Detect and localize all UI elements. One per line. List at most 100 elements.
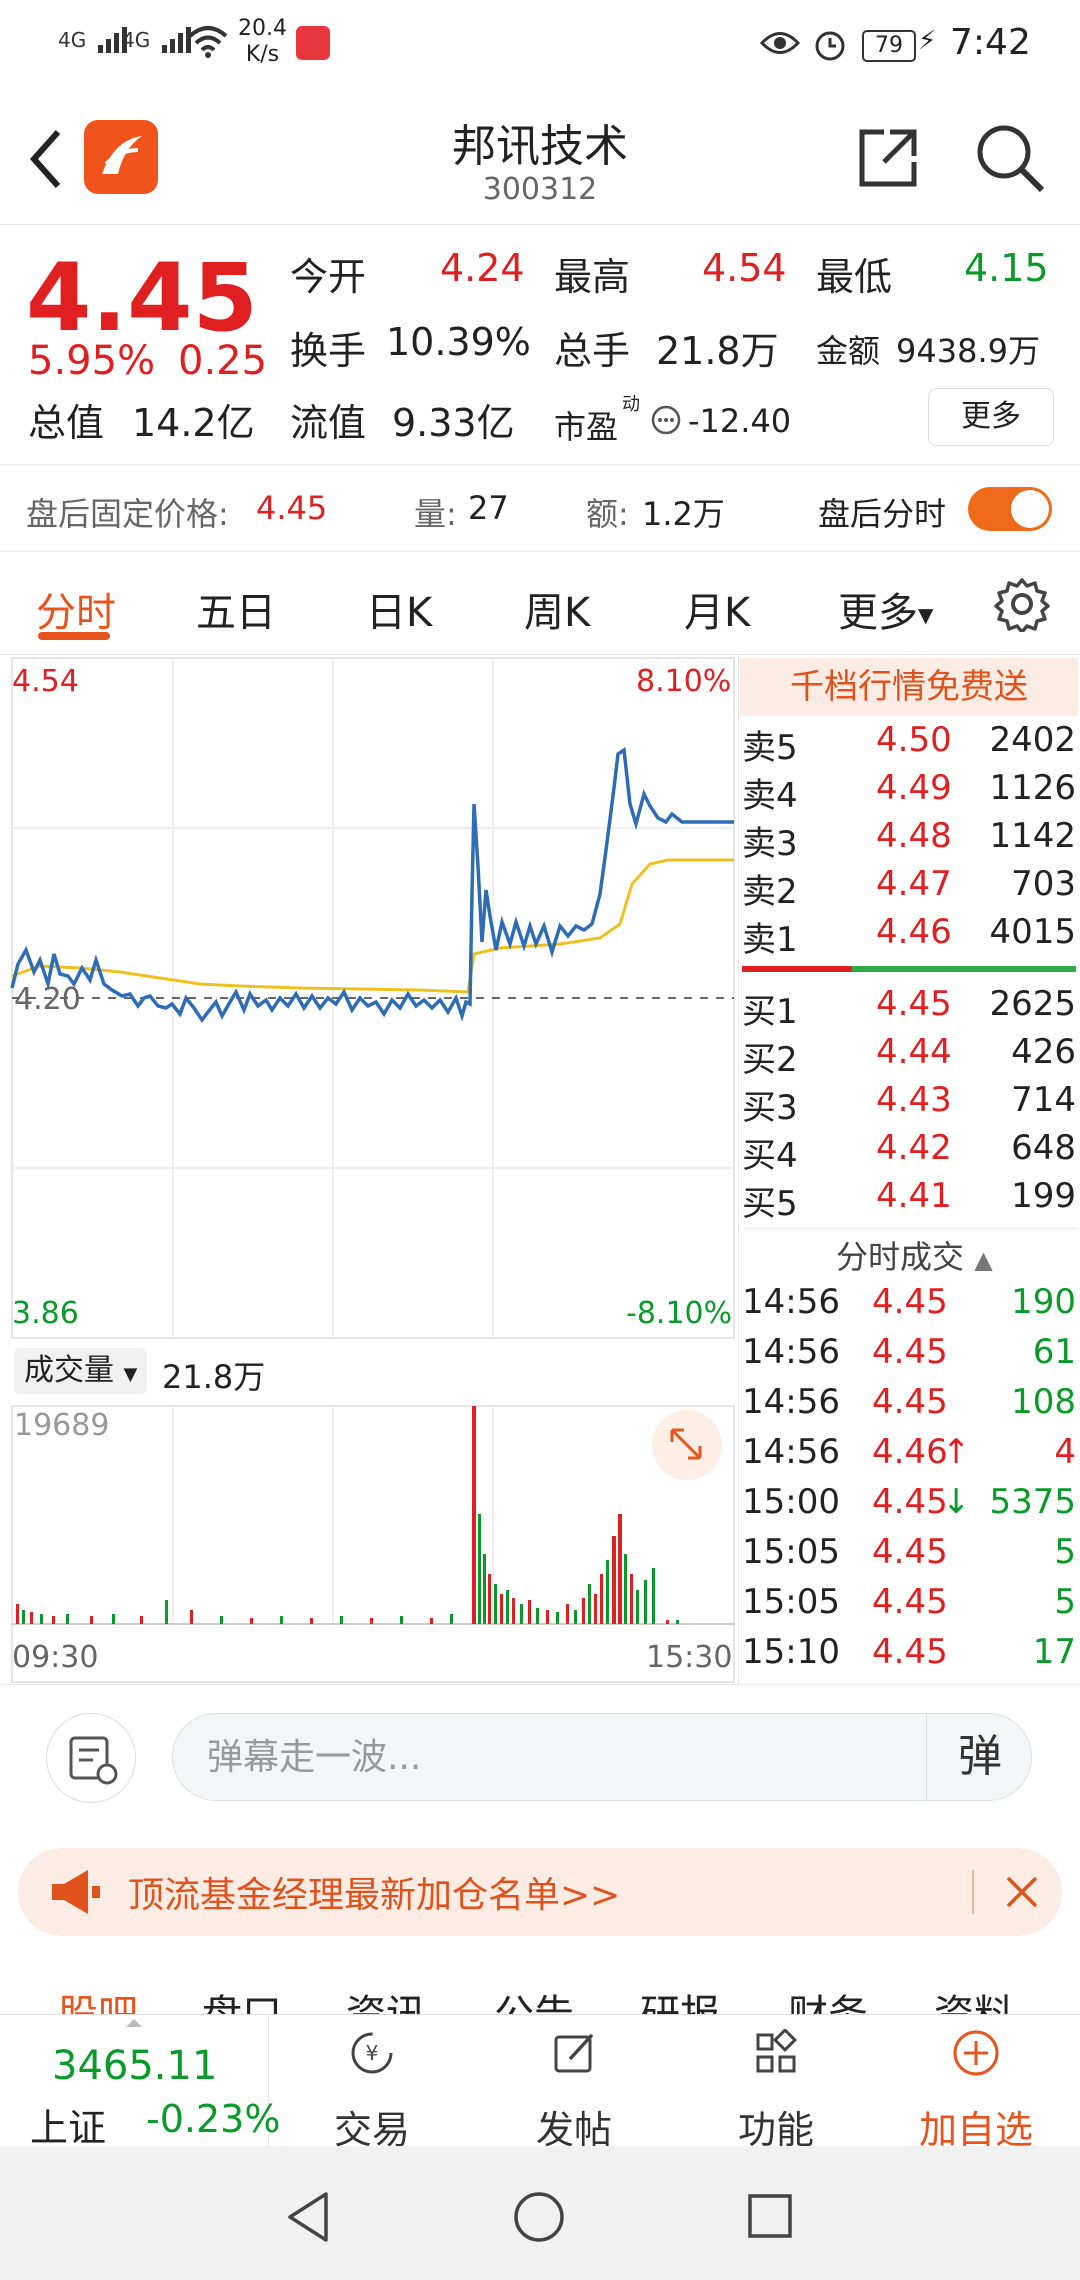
intraday-chart[interactable] [0,654,736,1684]
eye-icon [760,32,800,54]
tab-daily-k[interactable]: 日K [366,580,432,638]
volume-panel-frame [11,1405,735,1683]
ask-row: 卖1 4.46 4015 [742,912,1076,960]
add-watchlist-button[interactable]: 加自选 [876,2015,1076,2152]
info-tab-profile[interactable]: 资料 [934,1982,1014,2014]
tick-price: 4.45 [872,1582,948,1622]
tick-trades-title: 分时成交 [836,1238,965,1276]
volume-bar [630,1574,633,1624]
index-value: 3465.11 [52,2043,218,2089]
after-hours-volume: 27 [468,489,509,527]
ask-volume: 703 [1011,864,1076,904]
change-percent: 5.95% [28,338,156,384]
amount-value: 9438.9万 [896,332,1040,370]
index-ticker[interactable]: 3465.11 上证 -0.23% [0,2015,280,2150]
info-tab-announcements[interactable]: 公告 [494,1982,574,2014]
nav-back-icon[interactable] [284,2190,332,2244]
tick-time: 15:05 [742,1582,840,1622]
network-type: 4G [58,28,87,52]
volume-bar [612,1536,616,1624]
battery-icon: 79 [862,30,916,62]
volume-bar [22,1610,25,1624]
pe-info-icon[interactable] [650,404,682,436]
volume-total: 21.8万 [162,1358,266,1396]
tick-time: 15:00 [742,1482,840,1522]
tab-monthly-k[interactable]: 月K [684,580,750,638]
y-axis-mid-label: 4.20 [14,982,81,1017]
nav-recents-icon[interactable] [746,2192,794,2240]
volume-indicator-selector[interactable]: 成交量 ▼ [14,1348,148,1394]
ask-label: 卖5 [742,728,798,768]
tab-five-day[interactable]: 五日 [196,580,276,638]
y-axis-high-label: 4.54 [12,664,79,699]
svg-text:¥: ¥ [366,2041,379,2065]
post-button[interactable]: 发帖 [474,2015,674,2152]
system-nav-bar [0,2146,1080,2280]
tab-weekly-k[interactable]: 周K [524,580,590,638]
trade-button[interactable]: ¥ 交易 [272,2015,472,2152]
expand-chart-button[interactable] [652,1410,722,1480]
tick-time: 15:10 [742,1632,840,1672]
average-price-line [11,858,734,994]
volume-bar [644,1580,647,1624]
functions-button[interactable]: 功能 [676,2015,876,2152]
turnover-label: 换手 [290,329,367,373]
info-tab-finance[interactable]: 财务 [788,1982,868,2014]
volume-bar [566,1604,569,1624]
wifi-icon [188,26,228,58]
info-tab-research[interactable]: 研报 [640,1982,720,2014]
open-value: 4.24 [440,246,525,290]
volume-bar [506,1590,509,1624]
caret-down-icon: ▼ [123,1364,138,1385]
settings-gear-icon[interactable] [994,576,1050,632]
after-hours-toggle[interactable] [968,487,1052,531]
tick-row: 15:05 4.45 5 [742,1532,1076,1580]
info-tab-forum[interactable]: 股吧 [58,1982,138,2014]
ask-row: 卖4 4.49 1126 [742,768,1076,816]
pct-axis-low-label: -8.10% [626,1296,733,1331]
volume-bar [483,1554,486,1624]
info-tab-news[interactable]: 资讯 [346,1982,426,2014]
tick-volume: 5 [1054,1532,1076,1572]
share-icon[interactable] [856,126,920,190]
danmu-toggle-button[interactable]: 弹 [926,1713,1033,1801]
volume-bar [310,1618,313,1624]
tick-row: 15:05 4.45 5 [742,1582,1076,1630]
danmu-input[interactable]: 弹幕走一波... [172,1713,1032,1801]
bid-label: 买1 [742,992,798,1032]
search-icon[interactable] [974,122,1046,194]
tick-price: 4.45 [872,1632,948,1672]
volume-bar [40,1614,43,1624]
tab-more[interactable]: 更多▼ [838,580,933,638]
clock: 7:42 [950,22,1031,63]
volume-bar [528,1600,531,1624]
volume-bar [190,1610,193,1624]
bid-volume: 2625 [989,984,1076,1024]
y-axis-low-label: 3.86 [12,1296,79,1331]
more-quote-button[interactable]: 更多 [928,388,1054,446]
volume-bar [66,1614,69,1624]
current-price: 4.45 [26,244,258,353]
nav-home-icon[interactable] [512,2190,566,2244]
tick-row: 14:56 4.45 190 [742,1282,1076,1330]
info-tab-orderbook[interactable]: 盘口 [202,1982,282,2014]
danmu-settings-button[interactable] [46,1713,136,1803]
promo-banner[interactable]: 顶流基金经理最新加仓名单>> [18,1848,1062,1936]
turnover-value: 10.39% [386,320,531,364]
level2-promo-banner[interactable]: 千档行情免费送 [740,658,1078,716]
tick-trades-header[interactable]: 分时成交 ▲ [836,1232,993,1278]
volume-bar [546,1610,549,1624]
volume-bar [472,1406,476,1624]
ask-row: 卖3 4.48 1142 [742,816,1076,864]
close-icon[interactable] [1004,1874,1040,1910]
tab-intraday[interactable]: 分时 [36,580,116,638]
after-hours-bar: 盘后固定价格: 4.45 量: 27 额: 1.2万 盘后分时 [0,464,1080,552]
bid-volume: 714 [1011,1080,1076,1120]
volume-bar [400,1616,403,1624]
bid-volume: 426 [1011,1032,1076,1072]
tick-time: 14:56 [742,1432,840,1472]
volume-bar [52,1616,55,1624]
high-label: 最高 [554,255,631,299]
tick-time: 14:56 [742,1382,840,1422]
divider [972,1870,974,1914]
